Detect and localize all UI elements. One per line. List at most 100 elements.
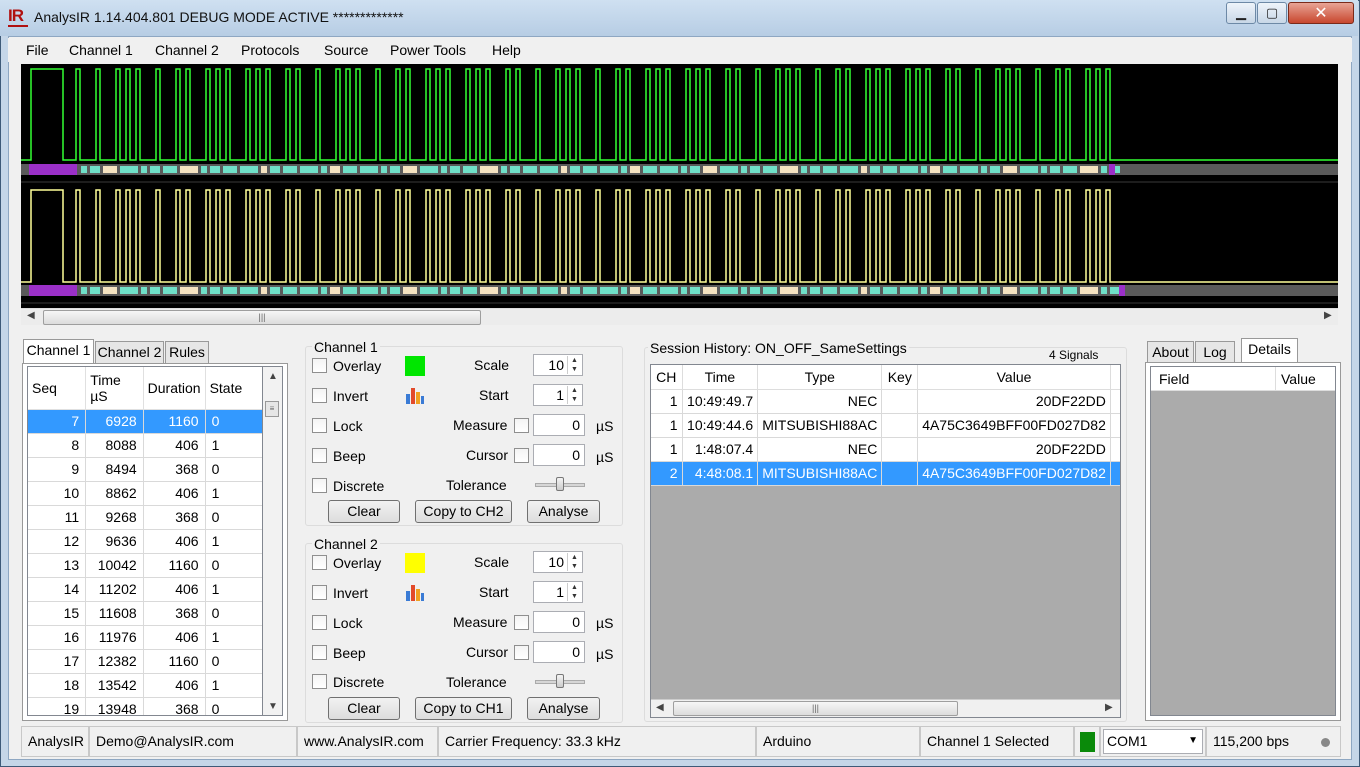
history-scroll-thumb[interactable]: |||: [673, 701, 958, 716]
copy-to-ch1-button[interactable]: Copy to CH1: [415, 697, 512, 720]
menu-power-tools[interactable]: Power Tools: [390, 42, 466, 58]
ch1-measure-checkbox[interactable]: [514, 418, 529, 433]
copy-to-ch2-button[interactable]: Copy to CH2: [415, 500, 512, 523]
sequence-table[interactable]: Seq Time µS Duration State 7 6928 1160 0 8 80…: [27, 366, 263, 716]
ch2-scale-stepper[interactable]: 10 ▲ ▼: [533, 551, 583, 573]
ch2-color-swatch[interactable]: [405, 553, 425, 573]
table-row[interactable]: 11 9268 368 0: [28, 505, 262, 530]
table-row[interactable]: 16 11976 406 1: [28, 625, 262, 650]
ch2-overlay-checkbox[interactable]: [312, 555, 327, 570]
tab-about[interactable]: About: [1147, 341, 1194, 363]
sequence-scrollbar[interactable]: ▲ ≡ ▼: [263, 366, 283, 716]
ch2-discrete-checkbox[interactable]: [312, 674, 327, 689]
col-state[interactable]: State: [205, 367, 262, 410]
scroll-right-icon[interactable]: ▶: [1105, 702, 1113, 713]
ch2-tolerance-thumb[interactable]: [556, 674, 564, 688]
details-table[interactable]: Field Value: [1150, 366, 1336, 716]
ch1-cursor-checkbox[interactable]: [514, 448, 529, 463]
waveform-scrollbar[interactable]: ◀ ||| ▶: [21, 308, 1338, 325]
col-field[interactable]: Field: [1159, 371, 1189, 387]
minimize-button[interactable]: ▁: [1226, 2, 1256, 24]
scroll-right-icon[interactable]: ▶: [1324, 310, 1332, 321]
ch2-measure-field[interactable]: 0: [533, 611, 585, 633]
tab-log[interactable]: Log: [1195, 341, 1235, 363]
table-row[interactable]: 8 8088 406 1: [28, 433, 262, 458]
status-email[interactable]: Demo@AnalysIR.com: [89, 726, 297, 757]
tab-details[interactable]: Details: [1241, 338, 1298, 363]
close-button[interactable]: ✕: [1288, 2, 1354, 24]
maximize-button[interactable]: ▢: [1257, 2, 1287, 24]
waveform-canvas[interactable]: [21, 64, 1338, 308]
spin-arrows-icon[interactable]: ▲ ▼: [567, 553, 581, 571]
tab-channel-2[interactable]: Channel 2: [95, 341, 164, 363]
ch1-measure-field[interactable]: 0: [533, 414, 585, 436]
ch1-lock-checkbox[interactable]: [312, 418, 327, 433]
table-row[interactable]: 12 9636 406 1: [28, 529, 262, 554]
ch2-lock-checkbox[interactable]: [312, 615, 327, 630]
history-row[interactable]: 1 1:48:07.4 NEC 20DF22DD: [651, 437, 1120, 462]
col-type[interactable]: Type: [757, 365, 883, 390]
ch2-clear-button[interactable]: Clear: [328, 697, 400, 720]
ch1-beep-checkbox[interactable]: [312, 448, 327, 463]
table-row[interactable]: 10 8862 406 1: [28, 481, 262, 506]
bar-chart-icon[interactable]: [405, 385, 425, 405]
ch1-tolerance-thumb[interactable]: [556, 477, 564, 491]
scroll-down-icon[interactable]: ▼: [268, 701, 278, 712]
menu-file[interactable]: File: [26, 42, 49, 58]
menu-protocols[interactable]: Protocols: [241, 42, 299, 58]
status-website[interactable]: www.AnalysIR.com: [297, 726, 438, 757]
col-key[interactable]: Key: [881, 365, 919, 390]
col-ch[interactable]: CH: [651, 365, 683, 390]
col-value[interactable]: Value: [1281, 371, 1316, 387]
ch1-color-swatch[interactable]: [405, 356, 425, 376]
ch1-overlay-checkbox[interactable]: [312, 358, 327, 373]
waveform-display[interactable]: [21, 64, 1338, 308]
table-row[interactable]: 7 6928 1160 0: [28, 409, 262, 434]
ch2-cursor-field[interactable]: 0: [533, 641, 585, 663]
table-row[interactable]: 18 13542 406 1: [28, 673, 262, 698]
ch1-start-stepper[interactable]: 1 ▲ ▼: [533, 384, 583, 406]
sequence-scroll-thumb[interactable]: ≡: [265, 401, 279, 417]
menu-channel-2[interactable]: Channel 2: [155, 42, 219, 58]
history-row[interactable]: 2 4:48:08.1 MITSUBISHI88AC 4A75C3649BFF00FD…: [651, 461, 1120, 486]
spin-arrows-icon[interactable]: ▲ ▼: [567, 583, 581, 601]
table-row[interactable]: 17 12382 1160 0: [28, 649, 262, 674]
chevron-down-icon[interactable]: ▼: [1188, 730, 1198, 752]
spin-arrows-icon[interactable]: ▲ ▼: [567, 356, 581, 374]
ch2-measure-checkbox[interactable]: [514, 615, 529, 630]
ch2-analyse-button[interactable]: Analyse: [527, 697, 600, 720]
tab-channel-1[interactable]: Channel 1: [23, 339, 94, 364]
scroll-up-icon[interactable]: ▲: [268, 371, 278, 382]
table-row[interactable]: 19 13948 368 0: [28, 697, 262, 715]
session-history-table[interactable]: CH Time Type Key Value 1 10:49:49.7 NEC 20D…: [650, 364, 1121, 718]
ch1-clear-button[interactable]: Clear: [328, 500, 400, 523]
menu-channel-1[interactable]: Channel 1: [69, 42, 133, 58]
bar-chart-icon[interactable]: [405, 582, 425, 602]
menu-help[interactable]: Help: [492, 42, 521, 58]
table-row[interactable]: 9 8494 368 0: [28, 457, 262, 482]
waveform-scroll-thumb[interactable]: |||: [43, 310, 481, 325]
col-time[interactable]: Time µS: [85, 367, 144, 410]
com-port-select[interactable]: COM1 ▼: [1103, 729, 1203, 754]
ch1-analyse-button[interactable]: Analyse: [527, 500, 600, 523]
table-row[interactable]: 15 11608 368 0: [28, 601, 262, 626]
ch1-cursor-field[interactable]: 0: [533, 444, 585, 466]
col-duration[interactable]: Duration: [143, 367, 206, 410]
spin-arrows-icon[interactable]: ▲ ▼: [567, 386, 581, 404]
ch2-cursor-checkbox[interactable]: [514, 645, 529, 660]
col-extra[interactable]: [1110, 365, 1120, 390]
table-row[interactable]: 13 10042 1160 0: [28, 553, 262, 578]
history-scrollbar[interactable]: ◀ ||| ▶: [651, 699, 1120, 717]
menu-source[interactable]: Source: [324, 42, 368, 58]
col-time[interactable]: Time: [682, 365, 759, 390]
col-value[interactable]: Value: [917, 365, 1111, 390]
ch1-scale-stepper[interactable]: 10 ▲ ▼: [533, 354, 583, 376]
col-seq[interactable]: Seq: [28, 367, 87, 410]
history-row[interactable]: 1 10:49:44.6 MITSUBISHI88AC 4A75C3649BFF00F…: [651, 413, 1120, 438]
table-row[interactable]: 14 11202 406 1: [28, 577, 262, 602]
tab-rules[interactable]: Rules: [165, 341, 209, 363]
scroll-left-icon[interactable]: ◀: [27, 310, 35, 321]
ch1-invert-checkbox[interactable]: [312, 388, 327, 403]
ch2-start-stepper[interactable]: 1 ▲ ▼: [533, 581, 583, 603]
ch2-beep-checkbox[interactable]: [312, 645, 327, 660]
